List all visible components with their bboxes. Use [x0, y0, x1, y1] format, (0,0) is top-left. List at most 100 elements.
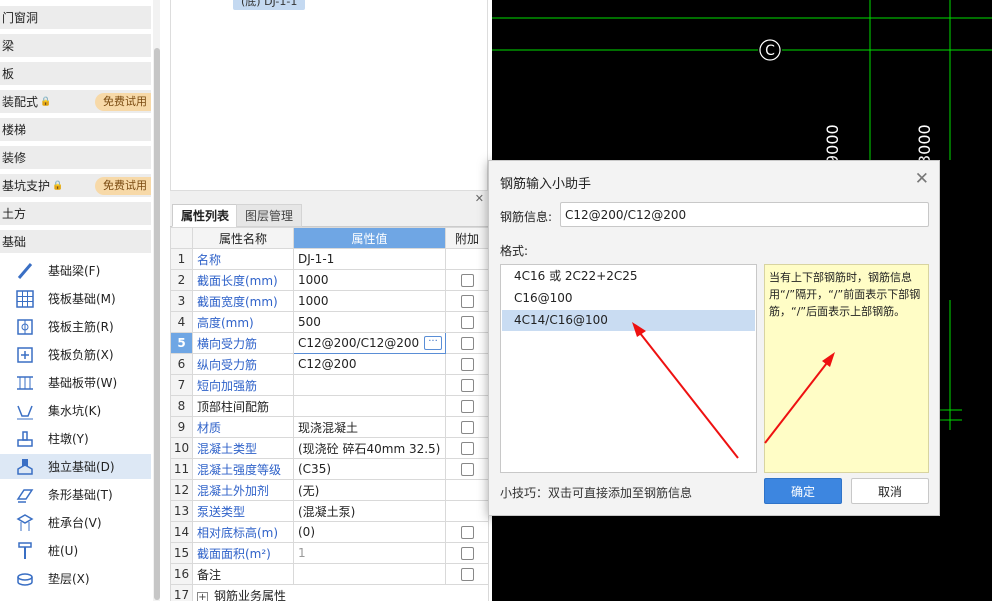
property-value[interactable]: DJ-1-1: [293, 248, 446, 270]
property-row[interactable]: 13 泵送类型 (混凝土泵): [170, 500, 489, 522]
extra-cell: [445, 437, 489, 459]
extra-checkbox[interactable]: [460, 294, 474, 308]
tab-property-list[interactable]: 属性列表: [172, 204, 239, 227]
property-row[interactable]: 2 截面长度(mm) 1000: [170, 269, 489, 291]
property-row[interactable]: 1 名称 DJ-1-1: [170, 248, 489, 270]
nav-scrollbar-thumb[interactable]: [154, 48, 160, 600]
extra-cell: [445, 479, 489, 501]
property-name: 混凝土强度等级: [192, 458, 294, 480]
nav-category-item[interactable]: 基础: [0, 230, 151, 254]
property-row[interactable]: 3 截面宽度(mm) 1000: [170, 290, 489, 312]
property-value[interactable]: (混凝土泵): [293, 500, 446, 522]
nav-category-item[interactable]: 楼梯: [0, 118, 151, 142]
property-row[interactable]: 6 纵向受力筋 C12@200: [170, 353, 489, 375]
property-row[interactable]: 5 横向受力筋 C12@200/C12@200 ···: [170, 332, 489, 354]
property-row[interactable]: 11 混凝土强度等级 (C35): [170, 458, 489, 480]
property-value[interactable]: (无): [293, 479, 446, 501]
panel-splitter[interactable]: ✕: [170, 190, 488, 205]
extra-checkbox[interactable]: [460, 378, 474, 392]
property-value[interactable]: [293, 563, 446, 585]
nav-category-item[interactable]: 土方: [0, 202, 151, 226]
property-value[interactable]: C12@200: [293, 353, 446, 375]
nav-category-item[interactable]: 门窗洞: [0, 6, 151, 30]
extra-cell: [445, 269, 489, 291]
property-value[interactable]: 1: [293, 542, 446, 564]
nav-item[interactable]: 基础板带(W): [0, 370, 151, 395]
property-value[interactable]: 1000: [293, 269, 446, 291]
property-row[interactable]: 10 混凝土类型 (现浇砼 碎石40mm 32.5): [170, 437, 489, 459]
property-value[interactable]: 500: [293, 311, 446, 333]
property-value[interactable]: 1000: [293, 290, 446, 312]
property-value[interactable]: (C35): [293, 458, 446, 480]
extra-checkbox[interactable]: [460, 462, 474, 476]
extra-checkbox[interactable]: [460, 273, 474, 287]
property-row[interactable]: 14 相对底标高(m) (0): [170, 521, 489, 543]
property-value[interactable]: C12@200/C12@200 ···: [293, 332, 446, 354]
property-row[interactable]: 7 短向加强筋: [170, 374, 489, 396]
close-icon[interactable]: ✕: [915, 170, 929, 188]
property-row[interactable]: 8 顶部柱间配筋: [170, 395, 489, 417]
row-index: 9: [170, 416, 193, 438]
nav-item[interactable]: 垫层(X): [0, 566, 151, 591]
property-value[interactable]: [293, 374, 446, 396]
nav-category-label: 板: [2, 67, 15, 81]
nav-item[interactable]: 桩承台(V): [0, 510, 151, 535]
ok-button[interactable]: 确定: [764, 478, 842, 504]
extra-checkbox[interactable]: [460, 399, 474, 413]
extra-checkbox[interactable]: [460, 357, 474, 371]
property-value[interactable]: (0): [293, 521, 446, 543]
extra-checkbox[interactable]: [460, 315, 474, 329]
extra-checkbox[interactable]: [460, 441, 474, 455]
extra-checkbox[interactable]: [460, 525, 474, 539]
lock-icon: 🔒: [52, 180, 64, 191]
row-index: 14: [170, 521, 193, 543]
property-value[interactable]: 现浇混凝土: [293, 416, 446, 438]
nav-item[interactable]: 独立基础(D): [0, 454, 151, 479]
nav-item[interactable]: 筏板基础(M): [0, 286, 151, 311]
nav-item[interactable]: 桩(U): [0, 538, 151, 563]
more-options-icon[interactable]: ···: [424, 336, 442, 350]
extra-cell: [445, 395, 489, 417]
nav-item[interactable]: 集水坑(K): [0, 398, 151, 423]
property-row[interactable]: 4 高度(mm) 500: [170, 311, 489, 333]
nav-category-item[interactable]: 装修: [0, 146, 151, 170]
extra-checkbox[interactable]: [460, 567, 474, 581]
property-row[interactable]: 16 备注: [170, 563, 489, 585]
format-item[interactable]: C16@100: [502, 288, 755, 309]
property-value[interactable]: (现浇砼 碎石40mm 32.5): [293, 437, 446, 459]
nav-item[interactable]: 筏板负筋(X): [0, 342, 151, 367]
free-trial-badge[interactable]: 免费试用: [95, 93, 151, 111]
nav-category-item[interactable]: 板: [0, 62, 151, 86]
extra-checkbox[interactable]: [460, 336, 474, 350]
cancel-button[interactable]: 取消: [851, 478, 929, 504]
property-name: 混凝土外加剂: [192, 479, 294, 501]
tab-layer-management[interactable]: 图层管理: [236, 204, 303, 227]
beam-icon: [15, 261, 35, 281]
property-row[interactable]: 9 材质 现浇混凝土: [170, 416, 489, 438]
nav-category-item[interactable]: 基坑支护 🔒 免费试用: [0, 174, 151, 198]
extra-cell: [445, 332, 489, 354]
rebar-info-input[interactable]: [560, 202, 929, 227]
property-value-text: (0): [298, 525, 315, 539]
nav-item-label: 垫层(X): [48, 572, 90, 586]
property-row[interactable]: 12 混凝土外加剂 (无): [170, 479, 489, 501]
nav-item[interactable]: 基础梁(F): [0, 258, 151, 283]
format-item[interactable]: 4C14/C16@100: [502, 310, 755, 331]
nav-item[interactable]: 柱墩(Y): [0, 426, 151, 451]
property-row[interactable]: 17 + 钢筋业务属性: [170, 584, 489, 601]
format-item[interactable]: 4C16 或 2C22+2C25: [502, 266, 755, 287]
extra-checkbox[interactable]: [460, 420, 474, 434]
property-value[interactable]: [293, 395, 446, 417]
property-value-text: 1: [298, 546, 306, 560]
format-label: 格式:: [500, 244, 529, 258]
free-trial-badge[interactable]: 免费试用: [95, 177, 151, 195]
nav-category-item[interactable]: 梁: [0, 34, 151, 58]
nav-item[interactable]: 条形基础(T): [0, 482, 151, 507]
extra-checkbox[interactable]: [460, 546, 474, 560]
property-row[interactable]: 15 截面面积(m²) 1: [170, 542, 489, 564]
nav-category-item[interactable]: 装配式 🔒 免费试用: [0, 90, 151, 114]
format-list[interactable]: 4C16 或 2C22+2C25 C16@100 4C14/C16@100: [500, 264, 757, 473]
expand-icon[interactable]: +: [197, 591, 208, 601]
tree-item-dj-1-1[interactable]: (底) DJ-1-1: [233, 0, 306, 10]
nav-item[interactable]: 筏板主筋(R): [0, 314, 151, 339]
